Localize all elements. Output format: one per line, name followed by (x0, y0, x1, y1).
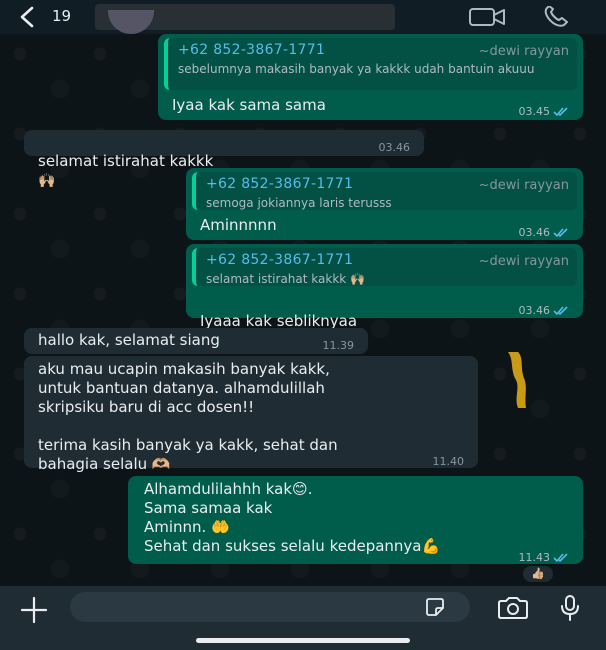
message-time: 11.40 (432, 455, 465, 468)
message-text: hallo kak, selamat siang (38, 331, 220, 349)
read-ticks-icon (553, 107, 568, 117)
unread-count[interactable]: 19 (52, 7, 71, 25)
message-text: Aminnnnn (200, 216, 277, 234)
input-bar (0, 586, 606, 650)
outgoing-message[interactable]: Alhamdulilahhh kak😊. Sama samaa kak Amin… (128, 476, 583, 564)
voice-call-icon[interactable] (542, 6, 572, 28)
chat-header: 19 (0, 0, 606, 34)
message-text: aku mau ucapin makasih banyak kakk, untu… (38, 360, 338, 473)
microphone-icon[interactable] (559, 594, 581, 622)
outgoing-message[interactable]: +62 852-3867-1771 ~dewi rayyan sebelumny… (158, 34, 583, 120)
home-indicator (196, 638, 410, 643)
raised-hands-emoji: 🙌🏼 (38, 173, 56, 189)
time-label: 03.46 (518, 304, 551, 317)
incoming-message[interactable]: hallo kak, selamat siang 11.39 (24, 328, 368, 354)
quote-sender-name: ~dewi rayyan (478, 254, 569, 269)
plus-icon[interactable] (18, 594, 50, 626)
quote-sender-name: ~dewi rayyan (478, 178, 569, 193)
quote-text: semoga jokiannya laris terusss (206, 196, 392, 210)
message-text: Iyaa kak sama sama (172, 96, 326, 114)
sticker-image[interactable] (504, 350, 530, 410)
read-ticks-icon (553, 306, 568, 316)
sticker-icon[interactable] (424, 596, 446, 618)
incoming-message[interactable]: aku mau ucapin makasih banyak kakk, untu… (24, 356, 478, 473)
time-label: 03.45 (518, 105, 551, 118)
quoted-message[interactable]: +62 852-3867-1771 ~dewi rayyan sebelumny… (164, 38, 577, 90)
camera-icon[interactable] (496, 596, 530, 620)
outgoing-message[interactable]: +62 852-3867-1771 ~dewi rayyan semoga jo… (186, 168, 583, 240)
incoming-message[interactable]: selamat istirahat kakkk 🙌🏼 03.46 (24, 130, 424, 189)
read-ticks-icon (553, 553, 568, 563)
quoted-message[interactable]: +62 852-3867-1771 ~dewi rayyan selamat i… (192, 248, 577, 286)
quote-phone: +62 852-3867-1771 (206, 176, 354, 192)
back-chevron-icon[interactable] (16, 6, 40, 28)
read-ticks-icon (553, 228, 568, 238)
message-time: 11.39 (322, 339, 355, 352)
message-time: 03.46 (519, 223, 570, 242)
quoted-message[interactable]: +62 852-3867-1771 ~dewi rayyan semoga jo… (192, 172, 577, 210)
message-time: 03.46 (519, 301, 570, 320)
message-time: 03.46 (378, 141, 411, 154)
chat-area[interactable]: +62 852-3867-1771 ~dewi rayyan sebelumny… (0, 34, 606, 586)
quote-text: sebelumnya makasih banyak ya kakkk udah … (178, 62, 535, 76)
quote-sender-name: ~dewi rayyan (478, 44, 569, 59)
time-label: 03.46 (518, 226, 551, 239)
avatar[interactable] (108, 10, 154, 34)
message-body: selamat istirahat kakkk (38, 152, 214, 170)
message-input[interactable] (70, 592, 470, 622)
quote-phone: +62 852-3867-1771 (206, 252, 354, 268)
quote-text: selamat istirahat kakkk 🙌🏼 (206, 272, 365, 286)
message-text: Alhamdulilahhh kak😊. Sama samaa kak Amin… (144, 480, 441, 555)
quote-phone: +62 852-3867-1771 (178, 42, 326, 58)
message-time: 03.45 (519, 102, 570, 121)
thumbs-up-reaction[interactable]: 👍🏼 (521, 564, 555, 584)
outgoing-message[interactable]: +62 852-3867-1771 ~dewi rayyan selamat i… (186, 244, 583, 349)
video-call-icon[interactable] (468, 6, 506, 28)
